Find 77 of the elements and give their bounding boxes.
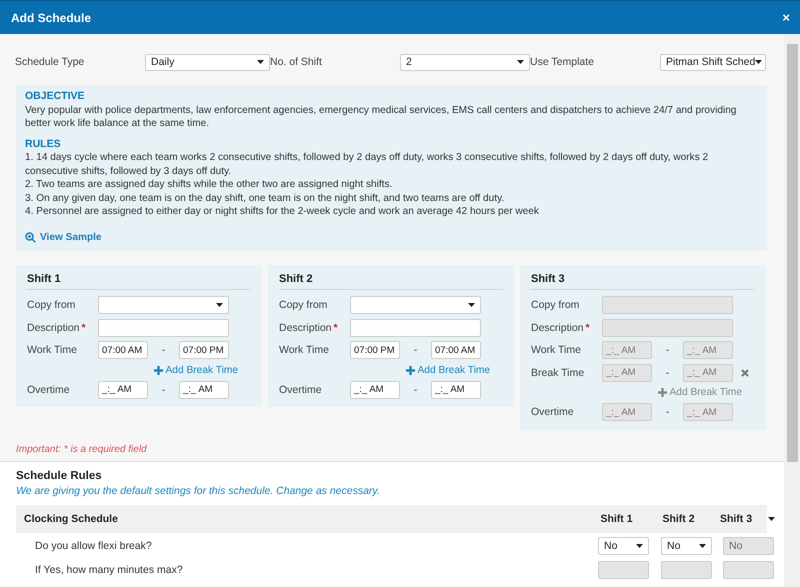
required-field-note: Important: * is a required field (16, 444, 148, 456)
field-label: Description * (531, 322, 591, 334)
answer-select[interactable]: No (661, 536, 712, 554)
range-dash: - (664, 366, 670, 379)
rule-text: 4. Personnel are assigned to either day or night shifts for the 2-week cycle and work an average 42 hours per week (25, 205, 540, 218)
field-label: Work Time (531, 344, 582, 356)
panel-title: Shift 3 (531, 271, 755, 290)
plus-icon (154, 366, 163, 374)
close-button[interactable]: × (782, 10, 790, 25)
field-label: Overtime (27, 384, 71, 396)
dropdown[interactable]: Pitman Shift Sched (660, 54, 766, 70)
objective-text: Very popular with police departments, law enforcement agencies, emergency medical services, EMS call centers and dispatchers to achieve 24/7 and providing better work life balance at the same time. (25, 104, 738, 130)
question-text: Do you allow flexi break? (35, 540, 153, 552)
rule-text: 1. 14 days cycle where each team works 2 consecutive shifts, followed by 2 days off duty, works 3 consecutive shifts, followed by 2 days off duty, works 2 consecutive shifts, followed by 3 days off duty. (25, 151, 710, 178)
field-label: Break Time (531, 366, 586, 379)
description-field[interactable] (350, 318, 481, 337)
field-label: Work Time (27, 344, 78, 356)
time-field[interactable]: _:_ AM (179, 380, 229, 399)
scrollbar[interactable] (784, 34, 800, 587)
time-field[interactable]: 07:00 PM (350, 341, 400, 360)
caret-icon (636, 544, 643, 548)
field-label: No. of Shift (270, 56, 323, 68)
time-field[interactable]: _:_ AM (431, 380, 481, 399)
field-label: Description * (27, 322, 87, 334)
field-label: Copy from (27, 299, 76, 312)
window-title: Add Schedule (11, 10, 92, 24)
caret-icon (755, 60, 762, 64)
range-dash: - (412, 344, 418, 356)
caret-icon (257, 60, 264, 64)
answer-select[interactable]: No (598, 536, 649, 554)
field-label: Overtime (531, 406, 575, 418)
panel-title: Shift 2 (279, 271, 503, 290)
field-label: Overtime (279, 384, 323, 396)
field-label: Schedule Type (15, 56, 86, 68)
section-subtitle: We are giving you the default settings for this schedule. Change as necessary. (16, 484, 381, 496)
copy-from-select[interactable] (350, 296, 481, 314)
section-heading: OBJECTIVE (25, 90, 86, 104)
range-dash: - (160, 384, 166, 396)
dropdown[interactable]: Daily (145, 54, 270, 70)
field-label: Work Time (279, 344, 330, 356)
field-label: Copy from (531, 299, 580, 312)
time-field[interactable]: 07:00 AM (98, 341, 148, 360)
caret-icon (216, 303, 223, 308)
add-break-time-link[interactable]: Add Break Time (154, 362, 238, 378)
panel-title: Shift 1 (27, 271, 251, 290)
column-header: Clocking Schedule (24, 512, 119, 524)
column-header: Shift 1 (599, 512, 634, 524)
range-dash: - (664, 344, 670, 356)
plus-icon (658, 388, 667, 397)
caret-icon (468, 303, 475, 308)
zoom-in-icon (25, 232, 36, 243)
caret-icon (517, 60, 524, 64)
time-field[interactable]: 07:00 PM (179, 341, 229, 360)
range-dash: - (160, 344, 166, 356)
dropdown[interactable]: 2 (400, 54, 530, 70)
caret-icon (768, 516, 775, 520)
time-field[interactable]: _:_ AM (350, 380, 400, 399)
rule-text: 3. On any given day, one team is on the day shift, one team is on the night shift, and two teams are off duty. (25, 192, 506, 205)
column-header: Shift 2 (661, 512, 696, 524)
question-text: If Yes, how many minutes max? (35, 564, 184, 576)
view-sample-link[interactable]: View Sample (25, 230, 102, 244)
copy-from-select[interactable] (98, 296, 229, 314)
description-field[interactable] (98, 318, 229, 337)
plus-icon (406, 366, 415, 374)
field-label: Use Template (530, 56, 596, 68)
section-title: Schedule Rules (16, 470, 103, 482)
time-field[interactable]: 07:00 AM (431, 341, 481, 360)
range-dash: - (412, 384, 418, 396)
column-header: Shift 3 (718, 512, 754, 524)
field-label: Description * (279, 322, 339, 334)
range-dash: - (664, 406, 670, 418)
time-field[interactable]: _:_ AM (98, 380, 148, 399)
field-label: Copy from (279, 299, 328, 312)
add-break-time-link[interactable]: Add Break Time (406, 362, 490, 378)
caret-icon (699, 544, 706, 548)
rule-text: 2. Two teams are assigned day shifts while the other two are assigned night shifts. (25, 178, 394, 192)
section-heading: RULES (25, 138, 62, 151)
